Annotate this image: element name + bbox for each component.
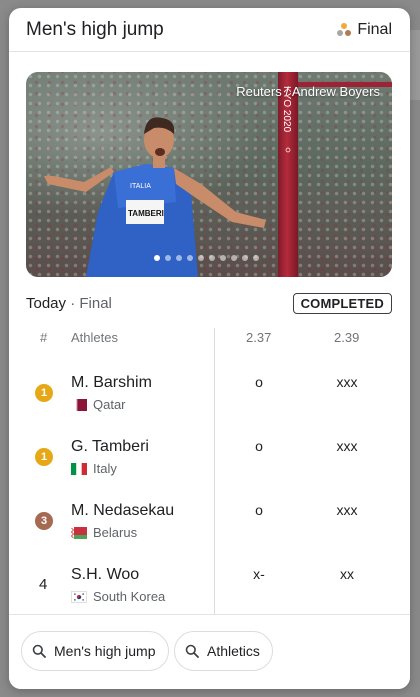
attempt-height-1: o [255, 438, 263, 454]
attempt-height-2: xxx [336, 502, 358, 518]
carousel-indicator[interactable] [154, 255, 259, 261]
carousel-dot[interactable] [253, 255, 259, 261]
search-chip-mens-high-jump[interactable]: Men's high jump [21, 631, 169, 671]
attempt-height-2: xx [340, 566, 354, 582]
status-label: Final [357, 20, 392, 38]
header-height-1: 2.37 [246, 330, 272, 345]
table-row[interactable]: 1 M. Barshim Qatar o xxx [9, 372, 410, 436]
search-chip-athletics[interactable]: Athletics [174, 631, 273, 671]
event-status: Final [337, 21, 392, 39]
country-label: Belarus [93, 525, 138, 540]
summary-row: Today · Final COMPLETED [26, 292, 392, 314]
carousel-dot[interactable] [198, 255, 204, 261]
attempt-height-2: xxx [336, 438, 358, 454]
carousel-dot[interactable] [220, 255, 226, 261]
event-photo[interactable]: KYO 2020 TAMBERI ITALIA Reuters / Andrew… [26, 72, 392, 277]
country-label: South Korea [93, 589, 166, 604]
athlete-country: South Korea [71, 589, 165, 604]
related-searches: Men's high jump Athletics [9, 614, 410, 689]
belarus-flag-icon [71, 526, 87, 539]
svg-text:ITALIA: ITALIA [130, 183, 151, 190]
athlete-country: Belarus [71, 525, 137, 540]
attempt-height-1: x- [253, 566, 265, 582]
day-label: Today [26, 294, 67, 312]
status-dots-icon [337, 22, 352, 37]
italy-flag-icon [71, 462, 87, 475]
header-athletes: Athletes [71, 330, 118, 345]
south-korea-flag-icon [71, 590, 87, 603]
athlete-country: Qatar [71, 397, 126, 412]
results-table: # Athletes 2.37 2.39 1 M. Barshim Qatar … [9, 326, 410, 618]
completed-badge: COMPLETED [292, 292, 392, 314]
attempt-height-1: o [255, 502, 263, 518]
search-icon [32, 644, 46, 658]
table-row[interactable]: 1 G. Tamberi Italy o xxx [9, 436, 410, 500]
qatar-flag-icon [71, 398, 87, 411]
athlete-illustration: TAMBERI ITALIA [44, 117, 266, 277]
gold-medal-badge: 1 [35, 384, 53, 402]
results-card: Men's high jump Final KYO 2020 TAMBERI I… [9, 8, 410, 689]
card-header: Men's high jump Final [9, 8, 410, 52]
chip-label: Men's high jump [54, 643, 156, 659]
table-row[interactable]: 3 M. Nedasekau Belarus o xxx [9, 500, 410, 564]
svg-text:TAMBERI: TAMBERI [128, 209, 164, 218]
search-icon [185, 644, 199, 658]
carousel-dot[interactable] [154, 255, 160, 261]
day-phase: Today · Final [26, 295, 112, 312]
separator: · [70, 294, 76, 312]
header-rank: # [40, 330, 48, 345]
carousel-dot[interactable] [165, 255, 171, 261]
chip-label: Athletics [207, 643, 260, 659]
carousel-dot[interactable] [176, 255, 182, 261]
carousel-dot[interactable] [187, 255, 193, 261]
attempt-height-1: o [255, 374, 263, 390]
athlete-country: Italy [71, 461, 117, 476]
country-label: Italy [93, 461, 117, 476]
phase-label: Final [79, 294, 112, 312]
carousel-dot[interactable] [209, 255, 215, 261]
athlete-name[interactable]: M. Nedasekau [71, 502, 174, 520]
carousel-dot[interactable] [242, 255, 248, 261]
bronze-medal-badge: 3 [35, 512, 53, 530]
header-height-2: 2.39 [334, 330, 360, 345]
attempt-height-2: xxx [336, 374, 358, 390]
photo-credit: Reuters / Andrew Boyers [236, 84, 380, 99]
event-title: Men's high jump [26, 18, 164, 40]
athlete-name[interactable]: M. Barshim [71, 374, 152, 392]
gold-medal-badge: 1 [35, 448, 53, 466]
country-label: Qatar [93, 397, 126, 412]
athlete-name[interactable]: G. Tamberi [71, 438, 149, 456]
athlete-name[interactable]: S.H. Woo [71, 566, 139, 584]
rank-number: 4 [39, 576, 48, 593]
carousel-dot[interactable] [231, 255, 237, 261]
